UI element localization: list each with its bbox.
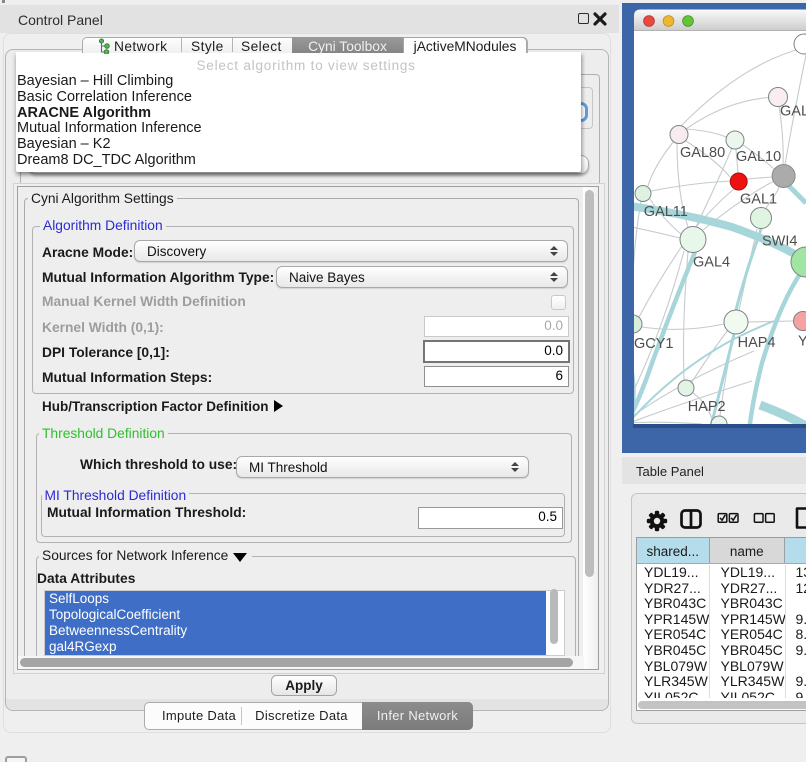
svg-text:Y: Y <box>798 334 806 350</box>
svg-text:HAP4: HAP4 <box>738 335 776 351</box>
svg-text:GAL1: GAL1 <box>740 192 777 208</box>
svg-text:GCY1: GCY1 <box>634 336 674 352</box>
svg-text:GAL4: GAL4 <box>693 255 730 271</box>
svg-text:SWI4: SWI4 <box>762 234 797 250</box>
svg-text:GAL11: GAL11 <box>644 204 688 220</box>
svg-text:GAL80: GAL80 <box>680 145 725 161</box>
svg-text:HAP2: HAP2 <box>688 399 726 415</box>
svg-text:GAL: GAL <box>780 104 806 120</box>
svg-text:GAL10: GAL10 <box>736 149 781 165</box>
